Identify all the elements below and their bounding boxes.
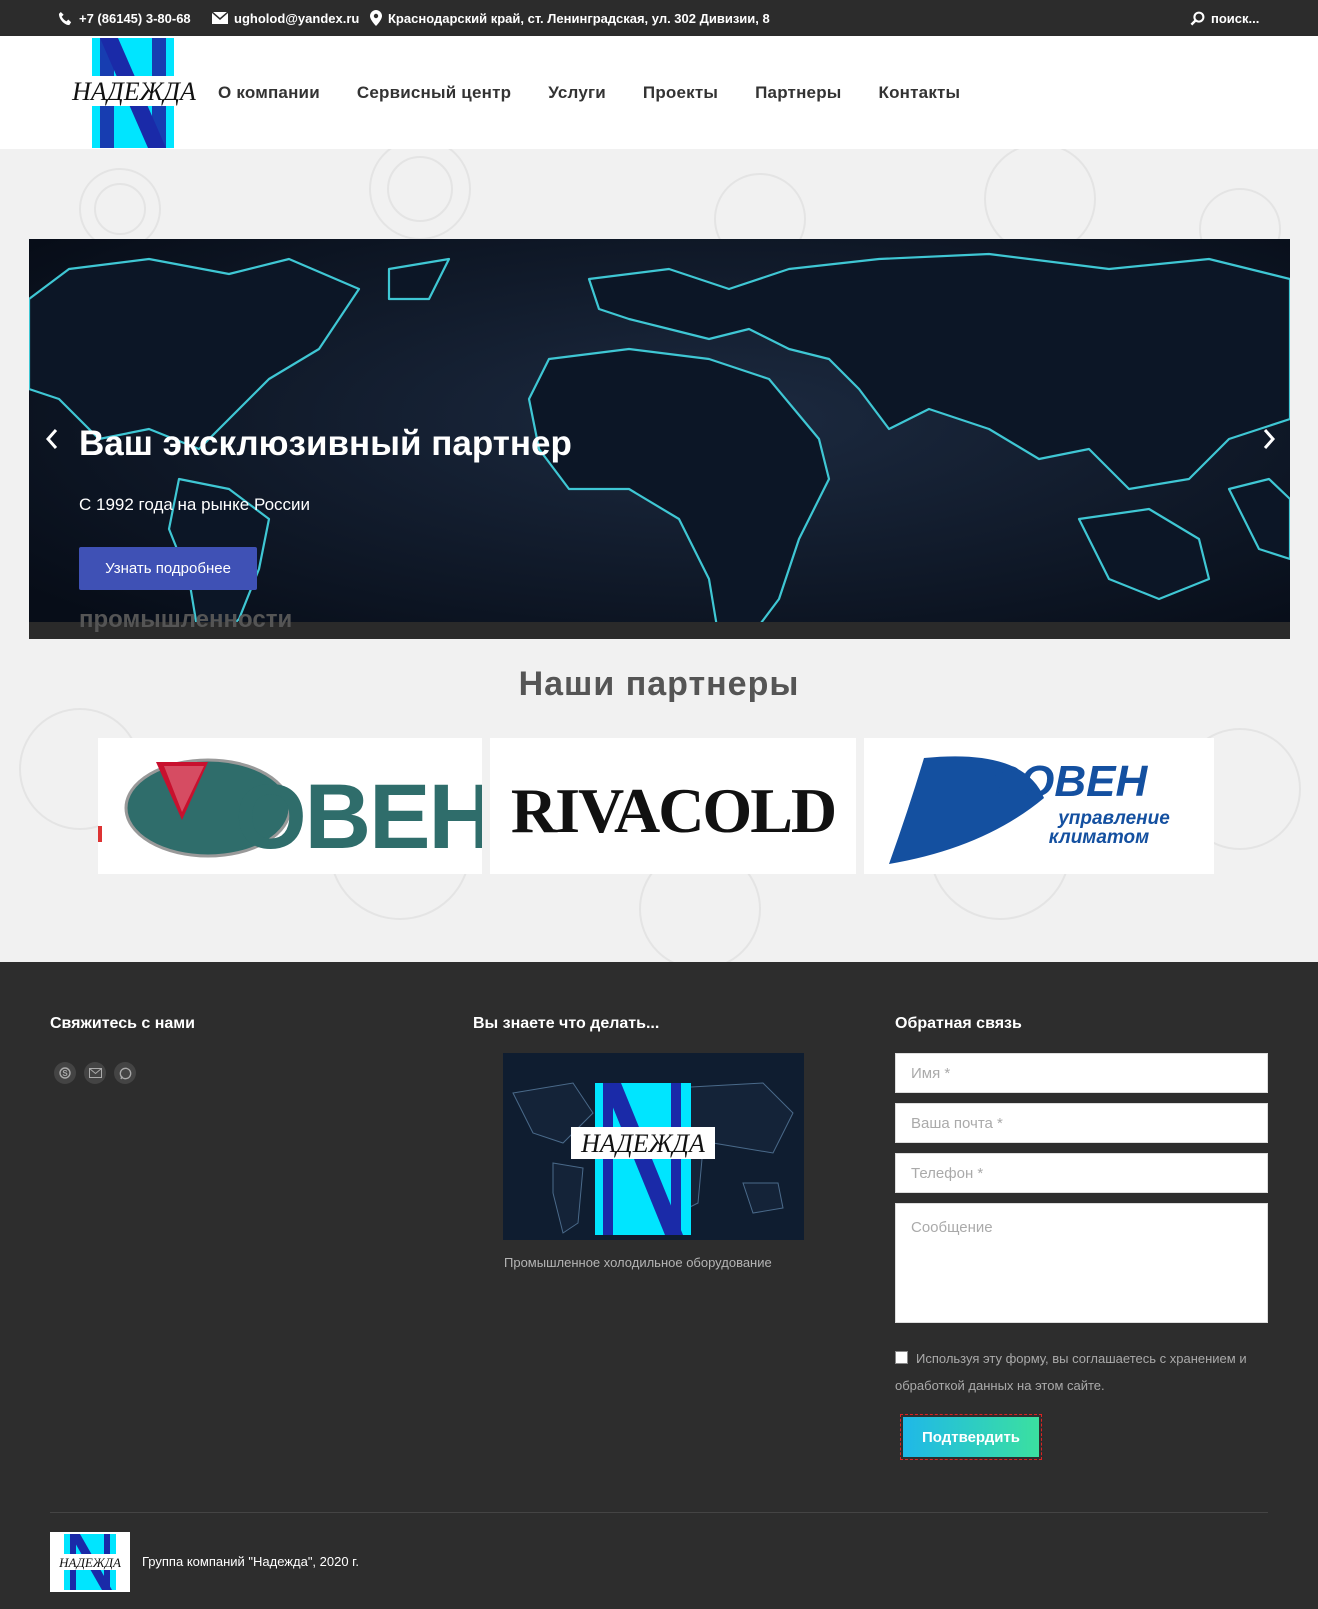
slide-subtitle: С 1992 года на рынке России bbox=[79, 495, 311, 514]
top-bar: +7 (86145) 3-80-68 ugholod@yandex.ru Кра… bbox=[0, 0, 1318, 36]
nav-item-services[interactable]: Услуги bbox=[548, 83, 606, 103]
consent-checkbox[interactable] bbox=[895, 1351, 908, 1364]
submit-button[interactable]: Подтвердить bbox=[903, 1417, 1039, 1457]
footer-logo-text: НАДЕЖДА bbox=[58, 1555, 121, 1570]
whatsapp-icon[interactable] bbox=[114, 1062, 136, 1084]
email-address: ugholod@yandex.ru bbox=[234, 10, 360, 26]
partner-roven-tagline-2: климатом bbox=[1049, 827, 1149, 848]
promo-caption: Промышленное холодильное оборудование bbox=[504, 1255, 772, 1270]
consent-block: Используя эту форму, вы соглашаетесь с х… bbox=[895, 1345, 1275, 1399]
nav-item-service-center[interactable]: Сервисный центр bbox=[357, 83, 511, 103]
promo-logo-text: НАДЕЖДА bbox=[580, 1129, 705, 1158]
address-text: Краснодарский край, ст. Ленинградская, у… bbox=[388, 10, 770, 26]
name-placeholder: Имя * bbox=[911, 1064, 951, 1082]
footer-feedback-title: Обратная связь bbox=[895, 1015, 1022, 1032]
phone-icon bbox=[58, 11, 72, 25]
nav-item-projects[interactable]: Проекты bbox=[643, 83, 718, 103]
nav-item-contacts[interactable]: Контакты bbox=[879, 83, 961, 103]
phone-field[interactable]: Телефон * bbox=[895, 1153, 1268, 1193]
partner-logo-roven[interactable]: РОВЕН управление климатом bbox=[864, 738, 1214, 874]
chevron-right-icon bbox=[1263, 429, 1276, 449]
slider-prev-button[interactable] bbox=[37, 419, 67, 459]
envelope-icon bbox=[212, 12, 228, 24]
chevron-left-icon bbox=[45, 429, 58, 449]
partners-title: Наши партнеры bbox=[518, 665, 800, 703]
partner-roven-text: РОВЕН bbox=[991, 757, 1149, 806]
logo-text: НАДЕЖДА bbox=[71, 77, 196, 106]
main-nav: О компании Сервисный центр Услуги Проект… bbox=[218, 36, 997, 149]
social-links: S bbox=[54, 1062, 136, 1084]
partner-logo-oven[interactable]: ОВЕН bbox=[116, 738, 482, 874]
slider-peek-strip: промышленности bbox=[29, 608, 1290, 639]
email-placeholder: Ваша почта * bbox=[911, 1114, 1003, 1132]
slider-next-button[interactable] bbox=[1254, 419, 1284, 459]
partner-logo-rivacold[interactable]: RIVACOLD bbox=[490, 738, 856, 874]
message-placeholder: Сообщение bbox=[911, 1219, 993, 1236]
nav-item-about[interactable]: О компании bbox=[218, 83, 320, 103]
site-header: НАДЕЖДА О компании Сервисный центр Услуг… bbox=[0, 36, 1318, 149]
partner-roven-tagline-1: управление bbox=[1057, 808, 1170, 829]
nav-item-partners[interactable]: Партнеры bbox=[755, 83, 841, 103]
svg-text:S: S bbox=[62, 1069, 68, 1078]
footer-logo[interactable]: НАДЕЖДА bbox=[50, 1532, 130, 1592]
skype-icon[interactable]: S bbox=[54, 1062, 76, 1084]
name-field[interactable]: Имя * bbox=[895, 1053, 1268, 1093]
hero-slider[interactable]: промышленности Ваш эксклюзивный партнер … bbox=[29, 239, 1290, 639]
phone-placeholder: Телефон * bbox=[911, 1164, 984, 1182]
partners-carousel[interactable]: ОВЕН RIVACOLD РОВЕН управление климатом bbox=[98, 738, 1218, 874]
consent-text: Используя эту форму, вы соглашаетесь с х… bbox=[895, 1351, 1247, 1393]
footer-contact-title: Свяжитесь с нами bbox=[50, 1015, 195, 1032]
partner-logo-peek bbox=[98, 738, 116, 874]
partner-rivacold-text: RIVACOLD bbox=[511, 775, 835, 846]
partner-oven-text: ОВЕН bbox=[235, 766, 482, 868]
search-label: поиск... bbox=[1211, 10, 1260, 26]
learn-more-button[interactable]: Узнать подробнее bbox=[79, 547, 257, 590]
copyright-text: Группа компаний "Надежда", 2020 г. bbox=[142, 1554, 359, 1569]
message-field[interactable]: Сообщение bbox=[895, 1203, 1268, 1323]
site-logo[interactable]: НАДЕЖДА bbox=[70, 38, 198, 148]
search-trigger[interactable]: поиск... bbox=[1190, 0, 1259, 36]
slide-title: Ваш эксклюзивный партнер bbox=[79, 424, 572, 463]
email-contact[interactable]: ugholod@yandex.ru bbox=[212, 0, 359, 36]
phone-number: +7 (86145) 3-80-68 bbox=[79, 10, 191, 26]
slider-peek-text: промышленности bbox=[79, 606, 293, 633]
footer-divider bbox=[50, 1512, 1268, 1513]
search-icon bbox=[1190, 11, 1205, 25]
phone-contact[interactable]: +7 (86145) 3-80-68 bbox=[58, 0, 191, 36]
mail-icon[interactable] bbox=[84, 1062, 106, 1084]
address-contact: Краснодарский край, ст. Ленинградская, у… bbox=[370, 0, 770, 36]
submit-button-wrapper: Подтвердить bbox=[900, 1414, 1042, 1460]
map-pin-icon bbox=[370, 10, 382, 26]
email-field[interactable]: Ваша почта * bbox=[895, 1103, 1268, 1143]
footer-know-title: Вы знаете что делать... bbox=[473, 1015, 660, 1032]
company-promo-image[interactable]: НАДЕЖДА bbox=[503, 1053, 804, 1240]
